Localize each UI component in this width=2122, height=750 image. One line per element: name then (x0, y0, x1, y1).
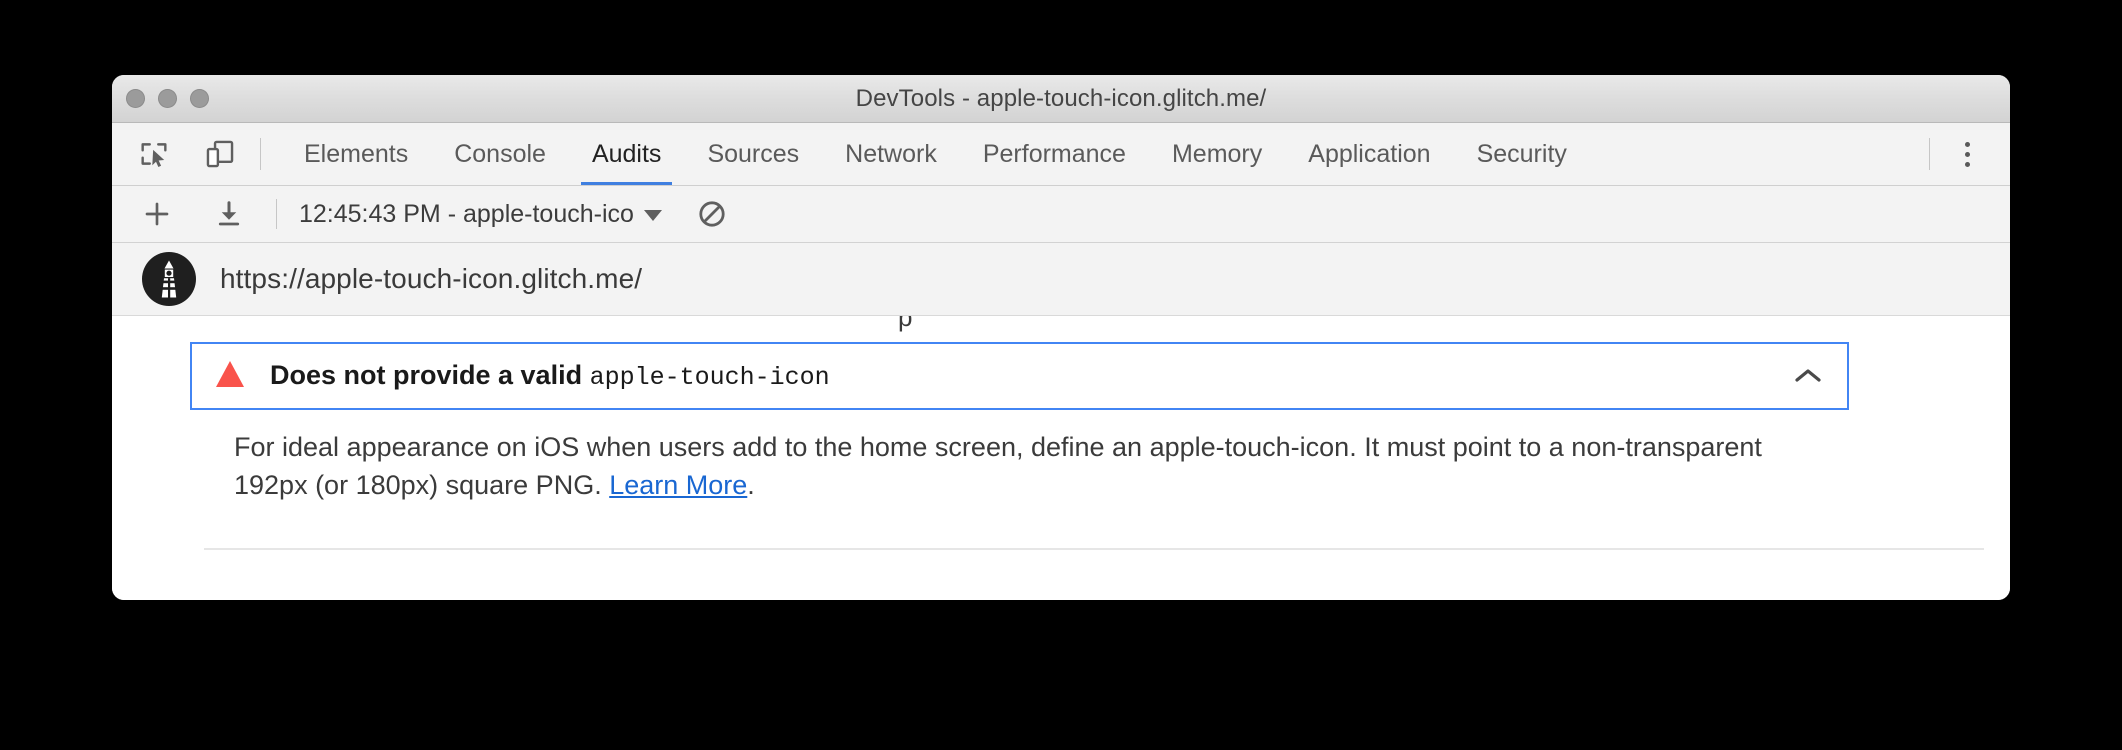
tab-application-label: Application (1308, 139, 1431, 168)
devtools-window: DevTools - apple-touch-icon.glitch.me/ E… (112, 75, 2010, 600)
report-url: https://apple-touch-icon.glitch.me/ (220, 263, 643, 294)
close-button[interactable] (126, 89, 145, 108)
window-title: DevTools - apple-touch-icon.glitch.me/ (855, 84, 1267, 112)
chevron-down-icon[interactable] (643, 210, 662, 221)
clipped-text-fragment: p (898, 316, 913, 332)
clear-all-icon[interactable] (692, 194, 732, 234)
warning-triangle-icon (214, 359, 246, 394)
audit-description-text: For ideal appearance on iOS when users a… (234, 432, 1762, 501)
report-select-value: 12:45:43 PM - apple-touch-ico (299, 199, 634, 228)
report-url-bar: https://apple-touch-icon.glitch.me/ (112, 243, 2010, 316)
devtools-tool-icons (112, 123, 240, 185)
tab-performance-label: Performance (982, 139, 1126, 168)
inspect-element-icon[interactable] (134, 134, 174, 174)
audit-title-code: apple-touch-icon (589, 363, 830, 392)
minimize-button[interactable] (158, 89, 177, 108)
lighthouse-logo (142, 252, 196, 306)
tab-application[interactable]: Application (1285, 123, 1453, 185)
tab-network-label: Network (845, 139, 937, 168)
screenshot-root: DevTools - apple-touch-icon.glitch.me/ E… (0, 0, 2122, 750)
tab-memory[interactable]: Memory (1149, 123, 1285, 185)
audits-toolbar: 12:45:43 PM - apple-touch-ico (112, 186, 2010, 243)
audits-report-body: p Does not provide a valid apple-touch-i… (112, 316, 2010, 600)
maximize-button[interactable] (190, 89, 209, 108)
tab-sources[interactable]: Sources (684, 123, 822, 185)
tabstrip-divider (260, 138, 261, 170)
tab-audits-label: Audits (591, 139, 662, 168)
chevron-up-icon[interactable] (1793, 361, 1823, 391)
tab-console[interactable]: Console (431, 123, 569, 185)
tab-audits[interactable]: Audits (569, 123, 684, 185)
device-toolbar-icon[interactable] (200, 134, 240, 174)
download-report-icon[interactable] (206, 191, 252, 237)
learn-more-link[interactable]: Learn More (609, 470, 747, 500)
tab-elements[interactable]: Elements (281, 123, 431, 185)
tab-security[interactable]: Security (1454, 123, 1590, 185)
tab-sources-label: Sources (707, 139, 800, 168)
tabstrip-right-group (1909, 123, 2010, 185)
add-audit-icon[interactable] (134, 191, 180, 237)
tab-elements-label: Elements (304, 139, 409, 168)
tabstrip-divider-right (1929, 138, 1930, 170)
more-options-icon[interactable] (1950, 134, 1984, 174)
audit-item-description: For ideal appearance on iOS when users a… (234, 428, 1824, 505)
window-controls (126, 75, 209, 122)
audit-item-header[interactable]: Does not provide a valid apple-touch-ico… (190, 342, 1849, 410)
tab-performance[interactable]: Performance (960, 123, 1149, 185)
tab-memory-label: Memory (1171, 139, 1263, 168)
report-select[interactable]: 12:45:43 PM - apple-touch-ico (299, 200, 662, 229)
audit-title-prefix: Does not provide a valid (270, 360, 590, 390)
tab-security-label: Security (1476, 139, 1567, 168)
audit-item-title: Does not provide a valid apple-touch-ico… (270, 360, 830, 392)
window-titlebar: DevTools - apple-touch-icon.glitch.me/ (112, 75, 2010, 123)
tab-console-label: Console (454, 139, 546, 168)
devtools-tabstrip: Elements Console Audits Sources Network … (112, 123, 2010, 186)
devtools-tabs: Elements Console Audits Sources Network … (281, 123, 1590, 185)
audit-list-divider (204, 548, 1984, 550)
audits-toolbar-divider (276, 199, 277, 229)
tab-network[interactable]: Network (822, 123, 960, 185)
audit-description-period: . (747, 470, 755, 501)
